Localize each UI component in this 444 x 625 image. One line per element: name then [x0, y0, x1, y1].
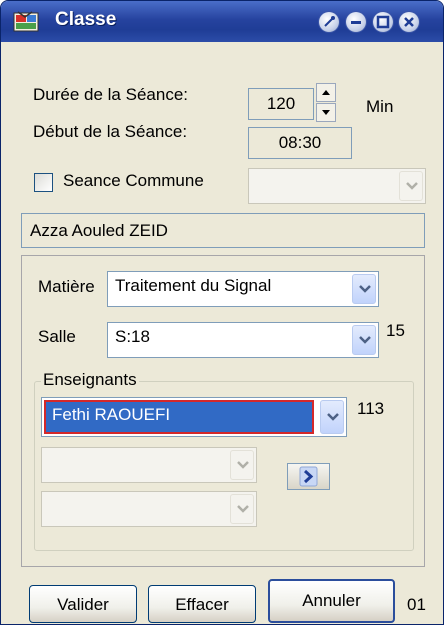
arrow-down-icon — [322, 110, 330, 115]
title-bar[interactable]: Classe — [1, 1, 443, 42]
chevron-down-icon — [237, 461, 249, 469]
spin-up-button[interactable] — [316, 83, 336, 102]
chevron-down-icon — [237, 505, 249, 513]
annuler-label: Annuler — [302, 591, 361, 610]
debut-label: Début de la Séance: — [33, 122, 188, 141]
duree-input[interactable]: 120 — [248, 88, 314, 120]
spin-down-button[interactable] — [316, 103, 336, 122]
enseignant-dropdown-button[interactable] — [320, 400, 344, 434]
minimize-icon — [351, 21, 361, 24]
matiere-value: Traitement du Signal — [115, 276, 272, 295]
matiere-select[interactable]: Traitement du Signal — [107, 271, 379, 307]
close-icon — [404, 17, 414, 27]
record-counter: 01 — [407, 595, 426, 614]
seance-commune-select[interactable] — [248, 168, 426, 204]
debut-input[interactable]: 08:30 — [248, 127, 352, 159]
salle-value: S:18 — [115, 327, 150, 346]
chevron-down-icon — [359, 336, 371, 344]
chevron-down-icon — [327, 413, 339, 421]
salle-count: 15 — [386, 321, 405, 340]
effacer-label: Effacer — [175, 595, 229, 614]
salle-select[interactable]: S:18 — [107, 322, 379, 358]
matiere-dropdown-button[interactable] — [352, 274, 376, 304]
duree-label: Durée de la Séance: — [33, 85, 188, 104]
salle-label: Salle — [38, 327, 76, 346]
enseignant-select[interactable]: Fethi RAOUEFI — [41, 397, 347, 437]
enseignant-extra-select-2[interactable] — [41, 491, 257, 527]
maximize-button[interactable] — [373, 12, 393, 32]
enseignant-count: 113 — [357, 399, 385, 418]
salle-dropdown-button[interactable] — [352, 325, 376, 355]
enseignant-value: Fethi RAOUEFI — [52, 405, 171, 424]
chevron-right-icon — [299, 466, 318, 487]
seance-commune-label: Seance Commune — [63, 171, 204, 190]
seance-commune-checkbox[interactable] — [34, 173, 53, 192]
duree-unit: Min — [366, 97, 394, 116]
chevron-down-icon — [359, 285, 371, 293]
effacer-button[interactable]: Effacer — [148, 585, 256, 623]
matiere-label: Matière — [38, 277, 95, 296]
classe-window: Classe Durée de la Séance: 120 Min Début… — [0, 0, 444, 625]
add-enseignant-button[interactable] — [287, 463, 330, 490]
window-title: Classe — [55, 9, 117, 30]
enseignant-extra-dropdown-2[interactable] — [230, 494, 254, 524]
chevron-down-icon — [406, 182, 418, 190]
seance-commune-dropdown-button[interactable] — [399, 171, 423, 201]
annuler-button[interactable]: Annuler — [268, 579, 395, 623]
minimize-button[interactable] — [346, 12, 366, 32]
valider-label: Valider — [57, 595, 109, 614]
wand-icon — [324, 16, 335, 27]
enseignants-legend: Enseignants — [41, 370, 139, 390]
close-button[interactable] — [399, 12, 419, 32]
help-button[interactable] — [319, 12, 339, 32]
enseignant-extra-select-1[interactable] — [41, 447, 257, 483]
app-icon — [13, 11, 39, 32]
class-name-field: Azza Aouled ZEID — [21, 213, 425, 248]
enseignant-extra-dropdown-1[interactable] — [230, 450, 254, 480]
maximize-icon — [376, 15, 390, 29]
arrow-up-icon — [322, 90, 330, 95]
valider-button[interactable]: Valider — [29, 585, 137, 623]
